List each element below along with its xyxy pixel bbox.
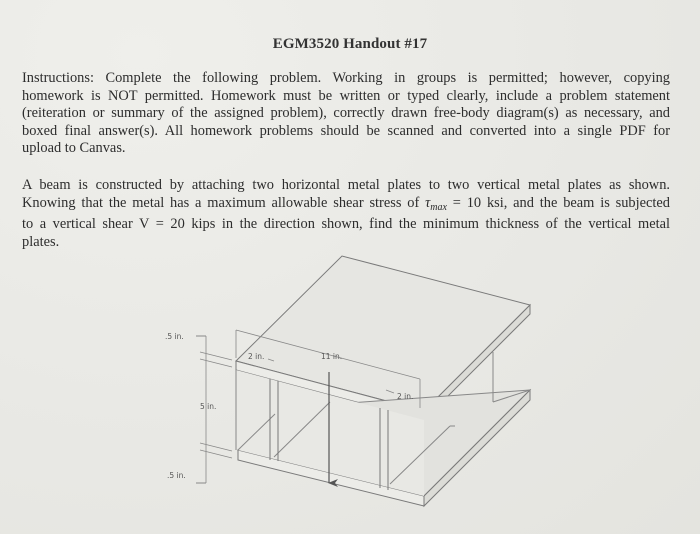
dim-label-left-web-offset: 2 in. <box>248 352 264 361</box>
dim-label-right-web-offset: 2 in. <box>397 392 413 401</box>
document-page: EGM3520 Handout #17 Instructions: Comple… <box>0 0 700 534</box>
dim-label-flange-width: 11 in. <box>321 352 342 361</box>
dim-label-web-height: 5 in. <box>200 402 216 411</box>
dim-label-top-flange-thickness: .5 in. <box>165 332 184 341</box>
beam-cross-section-diagram: .5 in. 5 in. .5 in. 2 in. 11 in. 2 in. <box>165 255 532 508</box>
dim-label-bottom-flange-thickness: .5 in. <box>167 471 186 480</box>
